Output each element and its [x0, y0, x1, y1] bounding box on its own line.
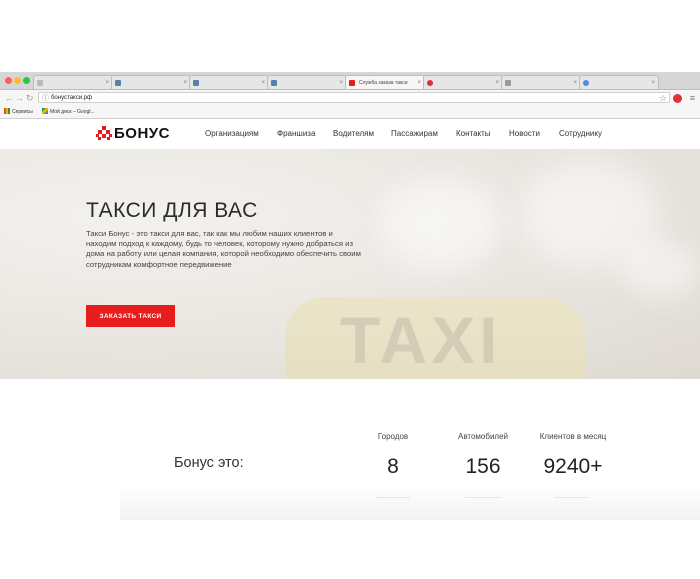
close-tab-icon[interactable]: ×: [261, 76, 265, 89]
nav-contacts[interactable]: Контакты: [456, 119, 491, 149]
bonus-logo-icon: [349, 80, 355, 86]
close-tab-icon[interactable]: ×: [573, 76, 577, 89]
bookmark-star-icon[interactable]: ☆: [659, 92, 667, 104]
nav-employee[interactable]: Сотруднику: [559, 119, 602, 149]
maximize-window-button[interactable]: [23, 77, 30, 84]
browser-tab[interactable]: ×: [189, 75, 269, 89]
stats-heading: Бонус это:: [174, 455, 244, 471]
google-drive-icon: [42, 108, 48, 114]
browser-tab[interactable]: ×: [267, 75, 347, 89]
opera-icon: [427, 80, 433, 86]
browser-tab[interactable]: ×: [501, 75, 581, 89]
browser-menu-icon[interactable]: ≡: [690, 92, 695, 104]
nav-passengers[interactable]: Пассажирам: [391, 119, 438, 149]
browser-window: × × × × Служба заказа такси × × × × ← → ↻…: [0, 72, 700, 520]
stat-divider: [465, 497, 501, 498]
vk-icon: [115, 80, 121, 86]
stat-divider: [554, 497, 588, 498]
tab-strip: × × × × Служба заказа такси × × × ×: [0, 72, 700, 90]
back-arrow-icon[interactable]: ←: [5, 92, 14, 104]
nav-news[interactable]: Новости: [509, 119, 540, 149]
close-tab-icon[interactable]: ×: [105, 76, 109, 89]
site-header: БОНУС Организациям Франшиза Водителям Па…: [0, 119, 700, 149]
reload-icon[interactable]: ↻: [26, 92, 34, 104]
browser-tab[interactable]: ×: [423, 75, 503, 89]
stat-title-clients: Клиентов в месяц: [539, 432, 607, 441]
apps-grid-icon: [4, 108, 10, 114]
stat-title-cars: Автомобилей: [457, 432, 509, 441]
info-icon[interactable]: ⓘ: [42, 93, 49, 104]
close-tab-icon[interactable]: ×: [339, 76, 343, 89]
order-taxi-button[interactable]: ЗАКАЗАТЬ ТАКСИ: [86, 305, 175, 327]
browser-toolbar: ← → ↻ ⓘ бонустакси.рф ☆ ≡: [0, 90, 700, 106]
page-icon: [505, 80, 511, 86]
browser-tab[interactable]: ×: [111, 75, 191, 89]
close-tab-icon[interactable]: ×: [417, 76, 421, 89]
hero-title: ТАКСИ ДЛЯ ВАС: [86, 199, 258, 222]
bookmarks-bar: Сервисы Мой диск – Googl...: [0, 106, 700, 119]
stat-value-cities: 8: [387, 455, 399, 478]
bookmark-services[interactable]: Сервисы: [4, 106, 33, 118]
logo-checker-icon: [96, 126, 112, 140]
browser-tab[interactable]: ×: [33, 75, 113, 89]
page-icon: [37, 80, 43, 86]
bokeh-light: [380, 179, 500, 269]
vk-icon: [271, 80, 277, 86]
stat-title-cities: Городов: [377, 432, 409, 441]
address-text: бонустакси.рф: [51, 95, 93, 101]
forward-arrow-icon[interactable]: →: [15, 92, 24, 104]
nav-franchise[interactable]: Франшиза: [277, 119, 315, 149]
minimize-window-button[interactable]: [14, 77, 21, 84]
stat-value-clients: 9240+: [543, 455, 603, 478]
stat-value-cars: 156: [465, 455, 501, 478]
close-window-button[interactable]: [5, 77, 12, 84]
hero-section: TAXI ТАКСИ ДЛЯ ВАС Такси Бонус - это так…: [0, 149, 700, 379]
stat-divider: [376, 497, 410, 498]
browser-tab-active[interactable]: Служба заказа такси ×: [345, 75, 425, 89]
footer-shade: [120, 486, 700, 520]
hero-description: Такси Бонус - это такси для вас, так как…: [86, 229, 361, 269]
nav-organizations[interactable]: Организациям: [205, 119, 259, 149]
logo-text: БОНУС: [114, 125, 170, 142]
bookmark-drive[interactable]: Мой диск – Googl...: [42, 106, 95, 118]
google-icon: [583, 80, 589, 86]
extension-icon[interactable]: [673, 94, 682, 103]
bokeh-light: [620, 239, 700, 299]
nav-drivers[interactable]: Водителям: [333, 119, 374, 149]
browser-tab[interactable]: ×: [579, 75, 659, 89]
close-tab-icon[interactable]: ×: [183, 76, 187, 89]
vk-icon: [193, 80, 199, 86]
address-bar[interactable]: ⓘ бонустакси.рф: [38, 92, 670, 103]
taxi-sign-text: TAXI: [340, 303, 502, 377]
close-tab-icon[interactable]: ×: [651, 76, 655, 89]
close-tab-icon[interactable]: ×: [495, 76, 499, 89]
